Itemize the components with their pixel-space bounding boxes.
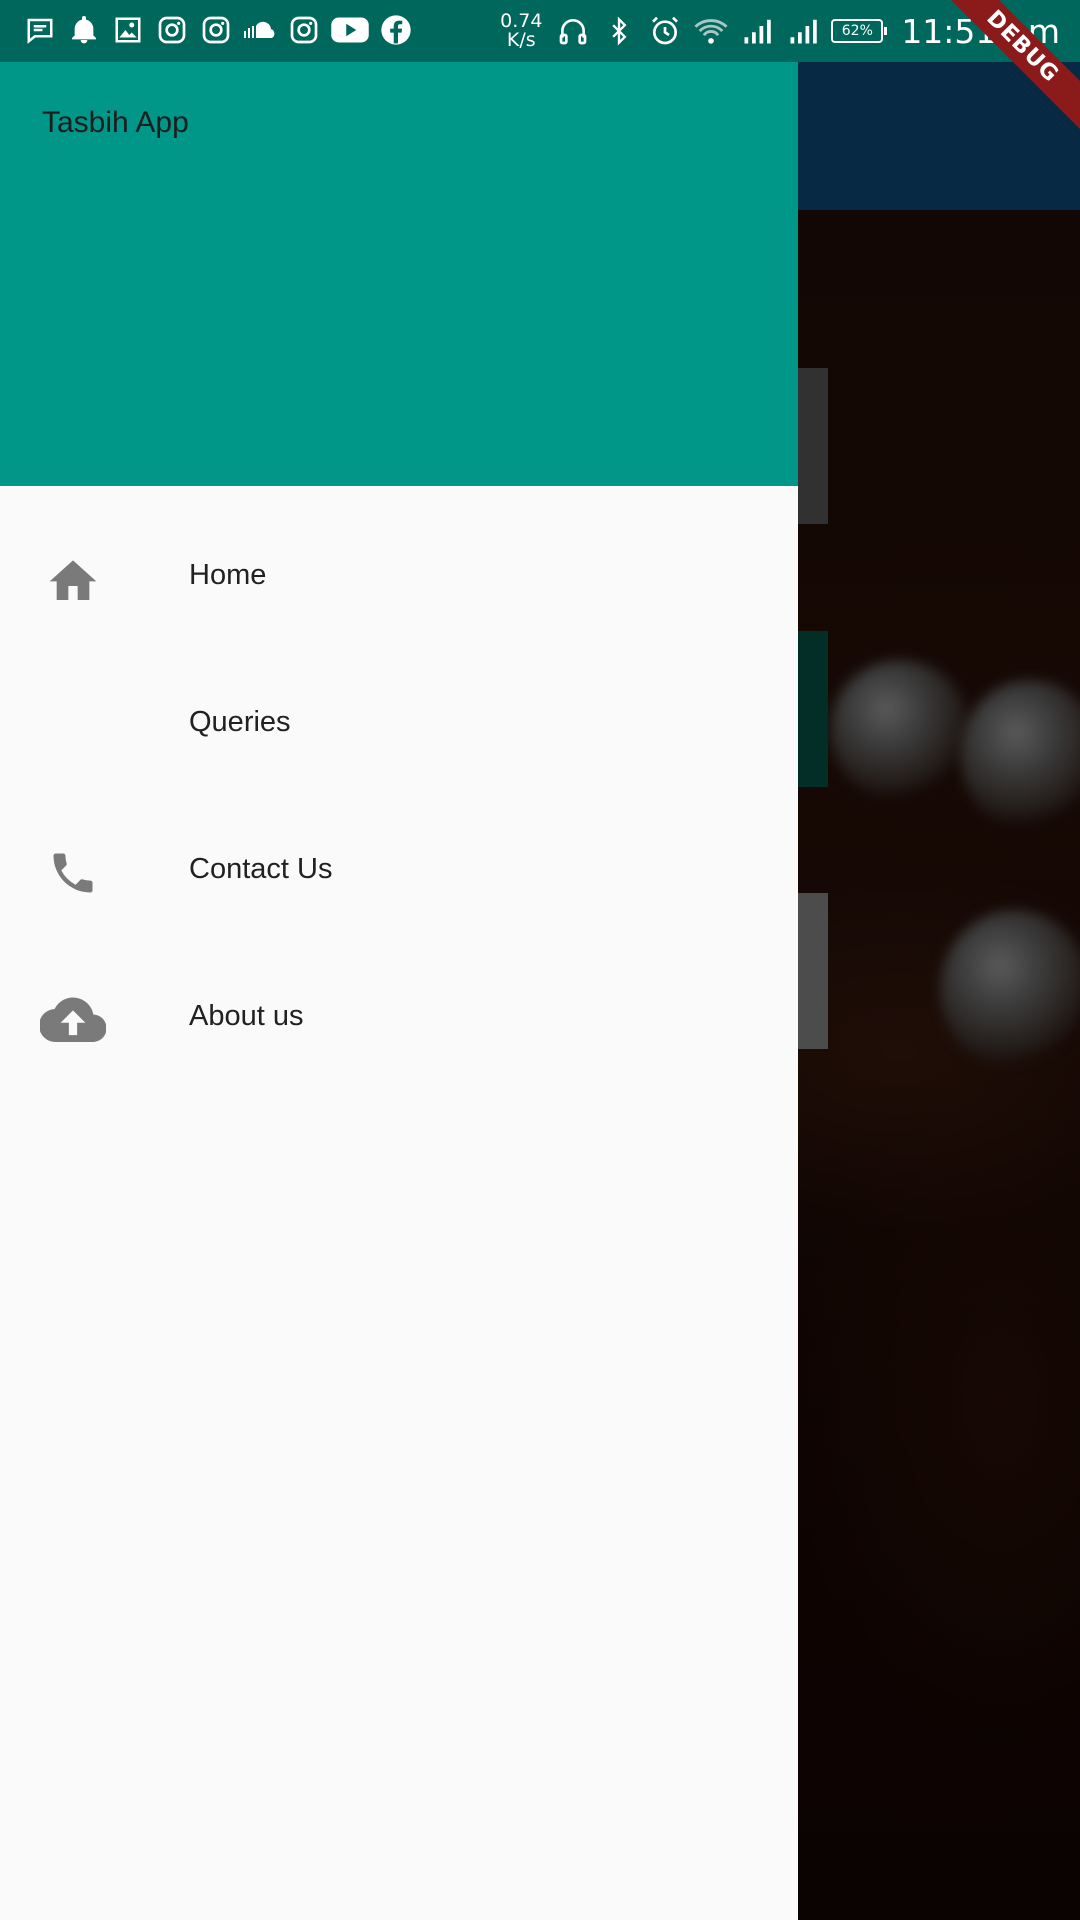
drawer-item-label: Queries (189, 706, 291, 738)
drawer-menu: Home Queries Contact Us About us (0, 506, 798, 1094)
bell-icon (66, 12, 102, 48)
drawer-item-about-us[interactable]: About us (0, 947, 798, 1094)
image-icon (110, 12, 146, 48)
cloud-upload-icon (40, 989, 106, 1051)
phone-icon (40, 842, 106, 904)
battery-icon: 62% (831, 19, 888, 43)
screen: 0.74 K/s 62% 11:51 pm Tasbih App Home Qu… (0, 0, 1080, 1920)
drawer-item-queries[interactable]: Queries (0, 653, 798, 800)
debug-banner: DEBUG (932, 0, 1080, 137)
drawer-item-label: About us (189, 1000, 304, 1032)
drawer-header: Tasbih App (0, 62, 798, 486)
bluetooth-icon (601, 13, 637, 49)
instagram-icon (286, 12, 322, 48)
drawer-item-label: Home (189, 559, 267, 591)
instagram-icon (198, 12, 234, 48)
debug-banner-container: DEBUG (930, 0, 1080, 150)
headphones-icon (555, 13, 591, 49)
soundcloud-icon (242, 12, 278, 48)
facebook-icon (378, 12, 414, 48)
drawer-item-label: Contact Us (189, 853, 333, 885)
signal-icon (785, 13, 821, 49)
wifi-icon (693, 13, 729, 49)
message-icon (22, 12, 58, 48)
network-speed-unit: K/s (506, 29, 536, 51)
drawer-scrim[interactable] (798, 62, 1080, 1920)
battery-level: 62% (841, 23, 873, 39)
signal-icon (739, 13, 775, 49)
alarm-icon (647, 13, 683, 49)
instagram-icon (154, 12, 190, 48)
network-speed: 0.74 K/s (497, 12, 545, 50)
status-bar: 0.74 K/s 62% 11:51 pm (0, 0, 1080, 62)
drawer-item-contact-us[interactable]: Contact Us (0, 800, 798, 947)
status-bar-notifications (22, 12, 414, 48)
drawer-header-title: Tasbih App (42, 106, 189, 139)
navigation-drawer: Tasbih App Home Queries Contact Us About… (0, 0, 798, 1920)
youtube-icon (330, 12, 370, 48)
drawer-item-home[interactable]: Home (0, 506, 798, 653)
home-icon (40, 548, 106, 610)
